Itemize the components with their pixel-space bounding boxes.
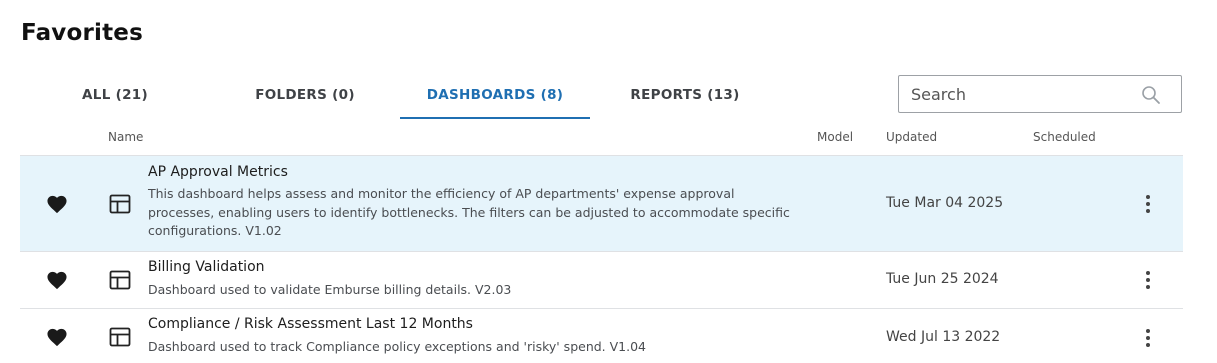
tab-bar: ALL (21) FOLDERS (0) DASHBOARDS (8) REPO… [20, 74, 739, 119]
more-options-icon[interactable] [1140, 193, 1156, 215]
tab-dashboards[interactable]: DASHBOARDS (8) [400, 74, 590, 119]
row-description: This dashboard helps assess and monitor … [148, 186, 790, 238]
row-updated: Tue Mar 04 2025 [886, 195, 1004, 211]
row-description: Dashboard used to track Compliance polic… [148, 339, 647, 354]
page-title: Favorites [21, 20, 143, 46]
search-icon[interactable] [1141, 85, 1161, 105]
search-box [898, 75, 1182, 113]
row-title[interactable]: Billing Validation [148, 259, 265, 275]
more-options-icon[interactable] [1140, 269, 1156, 291]
dashboard-icon [109, 327, 131, 347]
dashboard-icon [109, 194, 131, 214]
tab-folders[interactable]: FOLDERS (0) [210, 74, 400, 117]
row-description: Dashboard used to validate Emburse billi… [148, 282, 512, 297]
row-title[interactable]: Compliance / Risk Assessment Last 12 Mon… [148, 316, 473, 332]
column-header-name[interactable]: Name [108, 130, 143, 144]
tab-reports[interactable]: REPORTS (13) [590, 74, 780, 117]
more-options-icon[interactable] [1140, 327, 1156, 349]
column-header-scheduled[interactable]: Scheduled [1033, 130, 1096, 144]
heart-icon[interactable] [46, 327, 68, 347]
search-input[interactable] [899, 76, 1151, 112]
table-row[interactable]: AP Approval Metrics This dashboard helps… [20, 155, 1183, 251]
row-updated: Tue Jun 25 2024 [886, 271, 999, 287]
column-header-updated[interactable]: Updated [886, 130, 937, 144]
tab-all[interactable]: ALL (21) [20, 74, 210, 117]
row-updated: Wed Jul 13 2022 [886, 329, 1001, 345]
column-header-model[interactable]: Model [817, 130, 853, 144]
row-title[interactable]: AP Approval Metrics [148, 164, 288, 180]
heart-icon[interactable] [46, 270, 68, 290]
table-row[interactable]: Compliance / Risk Assessment Last 12 Mon… [20, 308, 1183, 363]
dashboard-icon [109, 270, 131, 290]
heart-icon[interactable] [46, 194, 68, 214]
table-row[interactable]: Billing Validation Dashboard used to val… [20, 251, 1183, 308]
